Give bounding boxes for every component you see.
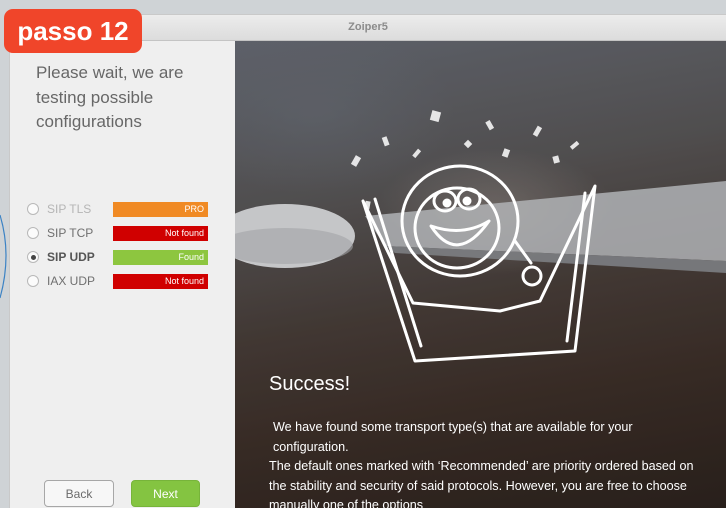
next-button[interactable]: Next — [131, 480, 200, 507]
protocol-iax-udp[interactable]: IAX UDP Not found — [27, 274, 217, 292]
protocol-sip-tcp[interactable]: SIP TCP Not found — [27, 226, 217, 244]
radio-sip-tcp[interactable] — [27, 227, 39, 239]
status-badge: Found — [113, 250, 208, 265]
step-badge: passo 12 — [4, 9, 142, 53]
app-window: Zoiper5 Please wait, we are testing poss… — [10, 15, 726, 508]
success-description: We have found some transport type(s) tha… — [269, 418, 709, 508]
back-button[interactable]: Back — [44, 480, 114, 507]
protocol-sip-udp[interactable]: SIP UDP Found — [27, 250, 217, 268]
radio-sip-udp[interactable] — [27, 251, 39, 263]
protocol-label: SIP UDP — [47, 250, 95, 264]
radio-sip-tls[interactable] — [27, 203, 39, 215]
success-heading: Success! — [269, 373, 351, 395]
description-paragraph: We have found some transport type(s) tha… — [273, 420, 633, 454]
connector-line — [0, 214, 7, 299]
protocol-label: IAX UDP — [47, 274, 96, 288]
protocol-sip-tls[interactable]: SIP TLS PRO — [27, 202, 217, 220]
status-badge: Not found — [113, 274, 208, 289]
radio-iax-udp[interactable] — [27, 275, 39, 287]
status-badge: PRO — [113, 202, 208, 217]
description-paragraph: The default ones marked with ‘Recommende… — [269, 459, 694, 508]
status-badge: Not found — [113, 226, 208, 241]
celebrating-mascot-icon — [350, 110, 597, 363]
protocol-label: SIP TLS — [47, 202, 92, 216]
protocol-label: SIP TCP — [47, 226, 94, 240]
wait-message: Please wait, we are testing possible con… — [36, 63, 184, 131]
success-panel: Success! We have found some transport ty… — [235, 41, 726, 508]
config-panel: Please wait, we are testing possible con… — [10, 41, 235, 508]
